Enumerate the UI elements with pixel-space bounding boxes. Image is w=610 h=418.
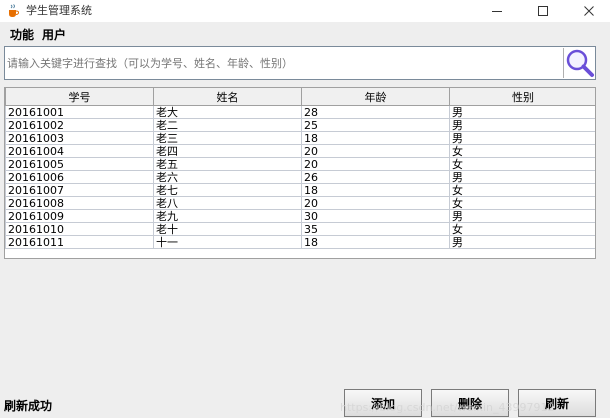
cell-gender[interactable]: 女 (449, 222, 595, 236)
table-row[interactable]: 20161009 老九 30 男 (5, 209, 595, 223)
column-header-age[interactable]: 年龄 (301, 88, 450, 106)
cell-student-id[interactable]: 20161010 (5, 222, 154, 236)
cell-age[interactable]: 18 (301, 131, 450, 145)
cell-gender[interactable]: 男 (449, 209, 595, 223)
cell-gender[interactable]: 男 (449, 131, 595, 145)
cell-student-id[interactable]: 20161008 (5, 196, 154, 210)
cell-gender[interactable]: 女 (449, 183, 595, 197)
search-input[interactable] (5, 47, 563, 79)
cell-age[interactable]: 26 (301, 170, 450, 184)
table-row[interactable]: 20161001 老大 28 男 (5, 105, 595, 119)
table-row[interactable]: 20161002 老二 25 男 (5, 118, 595, 132)
search-bar (4, 46, 596, 80)
cell-name[interactable]: 老九 (153, 209, 302, 223)
cell-gender[interactable]: 男 (449, 170, 595, 184)
cell-age[interactable]: 18 (301, 183, 450, 197)
cell-student-id[interactable]: 20161004 (5, 144, 154, 158)
cell-student-id[interactable]: 20161006 (5, 170, 154, 184)
search-button[interactable] (563, 48, 595, 78)
column-header-id[interactable]: 学号 (5, 88, 154, 106)
column-header-name[interactable]: 姓名 (153, 88, 302, 106)
table-row[interactable]: 20161003 老三 18 男 (5, 131, 595, 145)
table-row[interactable]: 20161011 十一 18 男 (5, 235, 595, 249)
column-header-gender[interactable]: 性别 (449, 88, 595, 106)
student-table: 学号 姓名 年龄 性别 20161001 老大 28 男 20161002 老二 25 男 20… (4, 87, 596, 259)
search-magnifier-icon (566, 49, 594, 77)
cell-gender[interactable]: 女 (449, 157, 595, 171)
status-message: 刷新成功 (4, 399, 53, 413)
cell-name[interactable]: 十一 (153, 235, 302, 249)
cell-name[interactable]: 老六 (153, 170, 302, 184)
close-icon (584, 6, 594, 16)
cell-name[interactable]: 老八 (153, 196, 302, 210)
table-row[interactable]: 20161004 老四 20 女 (5, 144, 595, 158)
cell-student-id[interactable]: 20161011 (5, 235, 154, 249)
cell-age[interactable]: 20 (301, 144, 450, 158)
cell-age[interactable]: 25 (301, 118, 450, 132)
menu-function[interactable]: 功能 (10, 28, 34, 42)
cell-age[interactable]: 30 (301, 209, 450, 223)
table-header-row: 学号 姓名 年龄 性别 (5, 88, 595, 106)
cell-gender[interactable]: 女 (449, 196, 595, 210)
cell-name[interactable]: 老五 (153, 157, 302, 171)
cell-age[interactable]: 28 (301, 105, 450, 119)
menu-bar (0, 26, 610, 44)
minimize-icon (492, 11, 502, 12)
cell-student-id[interactable]: 20161002 (5, 118, 154, 132)
maximize-icon (538, 6, 548, 16)
table-row[interactable]: 20161006 老六 26 男 (5, 170, 595, 184)
cell-student-id[interactable]: 20161009 (5, 209, 154, 223)
cell-name[interactable]: 老十 (153, 222, 302, 236)
minimize-button[interactable] (480, 0, 514, 22)
cell-gender[interactable]: 女 (449, 144, 595, 158)
table-row[interactable]: 20161008 老八 20 女 (5, 196, 595, 210)
close-button[interactable] (572, 0, 606, 22)
window-title: 学生管理系统 (26, 4, 92, 17)
cell-student-id[interactable]: 20161007 (5, 183, 154, 197)
cell-name[interactable]: 老大 (153, 105, 302, 119)
table-body: 20161001 老大 28 男 20161002 老二 25 男 20161003 老三 18 男 2… (5, 105, 595, 249)
java-cup-icon (9, 4, 20, 17)
cell-name[interactable]: 老四 (153, 144, 302, 158)
cell-age[interactable]: 20 (301, 196, 450, 210)
cell-student-id[interactable]: 20161003 (5, 131, 154, 145)
table-row[interactable]: 20161010 老十 35 女 (5, 222, 595, 236)
maximize-button[interactable] (526, 0, 560, 22)
cell-age[interactable]: 18 (301, 235, 450, 249)
cell-age[interactable]: 20 (301, 157, 450, 171)
table-row[interactable]: 20161005 老五 20 女 (5, 157, 595, 171)
cell-student-id[interactable]: 20161005 (5, 157, 154, 171)
cell-gender[interactable]: 男 (449, 235, 595, 249)
cell-name[interactable]: 老三 (153, 131, 302, 145)
table-row[interactable]: 20161007 老七 18 女 (5, 183, 595, 197)
cell-name[interactable]: 老七 (153, 183, 302, 197)
cell-name[interactable]: 老二 (153, 118, 302, 132)
cell-student-id[interactable]: 20161001 (5, 105, 154, 119)
watermark: https://blog.csdn.net/weixin_43997912 (340, 401, 555, 414)
menu-user[interactable]: 用户 (42, 28, 66, 42)
cell-gender[interactable]: 男 (449, 118, 595, 132)
cell-gender[interactable]: 男 (449, 105, 595, 119)
cell-age[interactable]: 35 (301, 222, 450, 236)
